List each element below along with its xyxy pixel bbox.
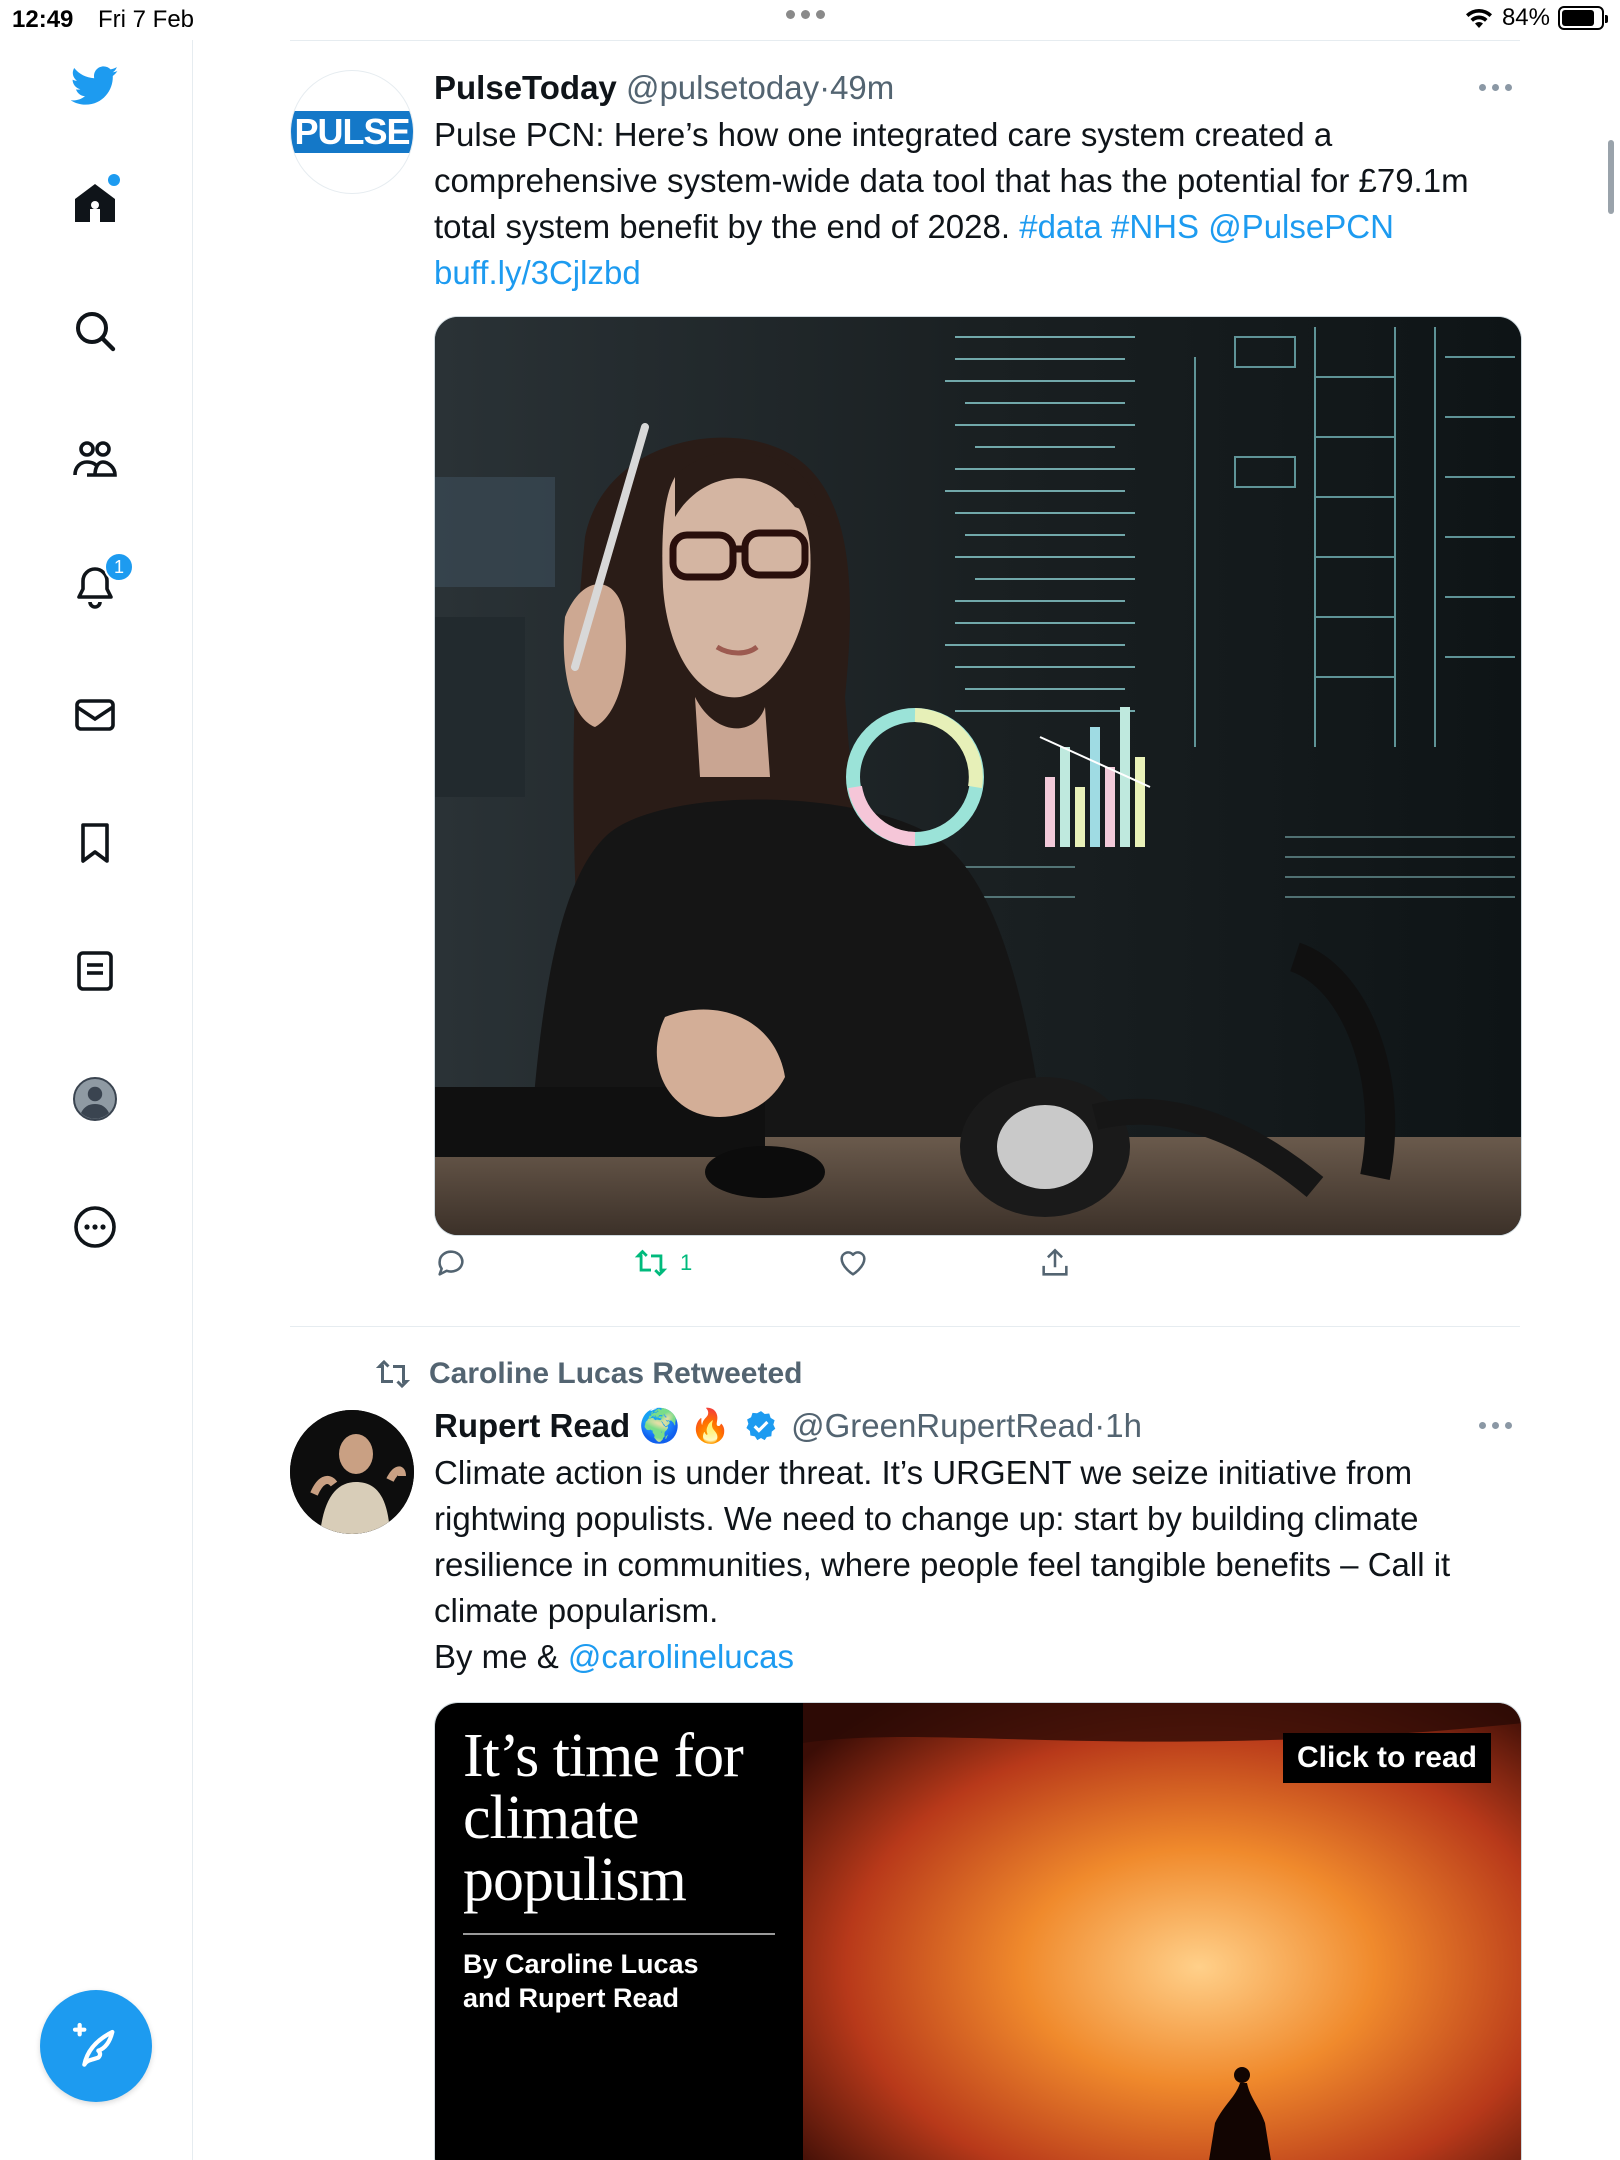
status-time: 12:49 [12,6,74,33]
retweeted-by-line[interactable]: Caroline Lucas Retweeted [375,1356,802,1392]
mention-carolinelucas[interactable]: @carolinelucas [568,1638,794,1675]
retweet-icon [634,1249,668,1277]
pulse-avatar[interactable]: PULSE [290,70,414,194]
battery-percent: 84% [1501,4,1550,31]
tweet-header: Rupert Read 🌍 🔥 @GreenRupertRead·1h [434,1404,1520,1448]
pulse-logo: PULSE [291,111,413,153]
communities-icon[interactable] [60,424,130,494]
home-icon[interactable] [60,168,130,238]
mention-pulsepcn[interactable]: @PulsePCN [1208,208,1394,245]
tweet-separator [290,1326,1520,1327]
dot-separator: · [1094,1407,1106,1444]
reply-button[interactable] [434,1246,468,1280]
retweet-count: 1 [680,1250,693,1275]
article-card[interactable]: It’s time for climate populism By Caroli… [434,1702,1522,2160]
tweet-link[interactable]: buff.ly/3Cjlzbd [434,254,641,291]
notifications-bell-icon[interactable]: 1 [60,552,134,622]
author-name[interactable]: Rupert Read [434,1407,630,1444]
article-byline-1: By Caroline Lucas [463,1949,699,1979]
tweet-rupertread[interactable]: Rupert Read 🌍 🔥 @GreenRupertRead·1h Clim… [290,1404,1522,2160]
retweet-small-icon [375,1359,411,1389]
battery-level [1562,10,1594,26]
profile-avatar-icon[interactable] [60,1064,130,1134]
dot-separator: · [819,69,831,106]
tweet-header: PulseToday @pulsetoday·49m [434,66,1520,110]
sidebar: 1 [0,40,193,2160]
hashtag-data[interactable]: #data [1019,208,1102,245]
compose-feather-icon [72,2022,115,2067]
tweet-text: Pulse PCN: Here’s how one integrated car… [434,112,1514,296]
tweet-time[interactable]: 49m [830,69,894,106]
tweet-time[interactable]: 1h [1105,1407,1142,1444]
article-card-title-panel: It’s time for climate populism By Caroli… [435,1703,803,2160]
notifications-count-badge: 1 [104,552,134,582]
fire-emoji: 🔥 [689,1407,731,1444]
status-date: Fri 7 Feb [98,6,195,33]
more-circle-icon[interactable] [60,1192,130,1262]
share-button[interactable] [1038,1246,1072,1280]
home-notification-dot [108,174,120,186]
article-divider [463,1933,775,1935]
article-title: It’s time for climate populism [463,1722,744,1914]
tweet-text: Climate action is under threat. It’s URG… [434,1450,1504,1680]
author-name[interactable]: PulseToday [434,69,617,106]
share-upload-icon [1042,1248,1068,1276]
click-to-read-badge[interactable]: Click to read [1282,1733,1491,1783]
search-icon[interactable] [60,296,130,366]
status-right: 84% [1464,4,1608,32]
twitter-logo-icon[interactable] [60,50,130,120]
retweeted-by-text: Caroline Lucas Retweeted [429,1357,803,1390]
heart-icon [840,1251,866,1276]
woman-with-glasses-data-screen-image [435,317,1521,1235]
rupert-read-avatar[interactable] [290,1410,414,1534]
article-byline-2: and Rupert Read [463,1983,680,2013]
scroll-indicator[interactable] [1608,140,1614,214]
like-button[interactable] [836,1246,870,1280]
bookmark-icon[interactable] [60,808,130,878]
reply-icon [438,1250,464,1276]
hashtag-nhs[interactable]: #NHS [1111,208,1199,245]
tweet-text-body: Climate action is under threat. It’s URG… [434,1454,1451,1629]
author-handle[interactable]: @GreenRupertRead [791,1407,1094,1444]
tweet-pulsetoday[interactable]: PULSE PulseToday @pulsetoday·49m Pulse P… [290,66,1522,1286]
multitasking-dots[interactable] [786,10,825,19]
messages-envelope-icon[interactable] [60,680,130,750]
tweet-media-image[interactable] [434,316,1522,1236]
globe-emoji: 🌍 [639,1407,681,1444]
author-handle[interactable]: @pulsetoday [626,69,819,106]
avatar-photo [290,1410,414,1534]
retweet-button[interactable]: 1 [634,1246,692,1280]
battery-icon [1558,6,1608,30]
tweet-text-prefix: By me & [434,1638,559,1675]
status-bar: 12:49 Fri 7 Feb 84% [0,0,1620,40]
wifi-icon [1465,8,1492,28]
lists-icon[interactable] [60,936,130,1006]
compose-tweet-button[interactable] [40,1990,152,2102]
verified-badge-icon [746,1411,776,1441]
timeline-top-border [290,40,1520,41]
